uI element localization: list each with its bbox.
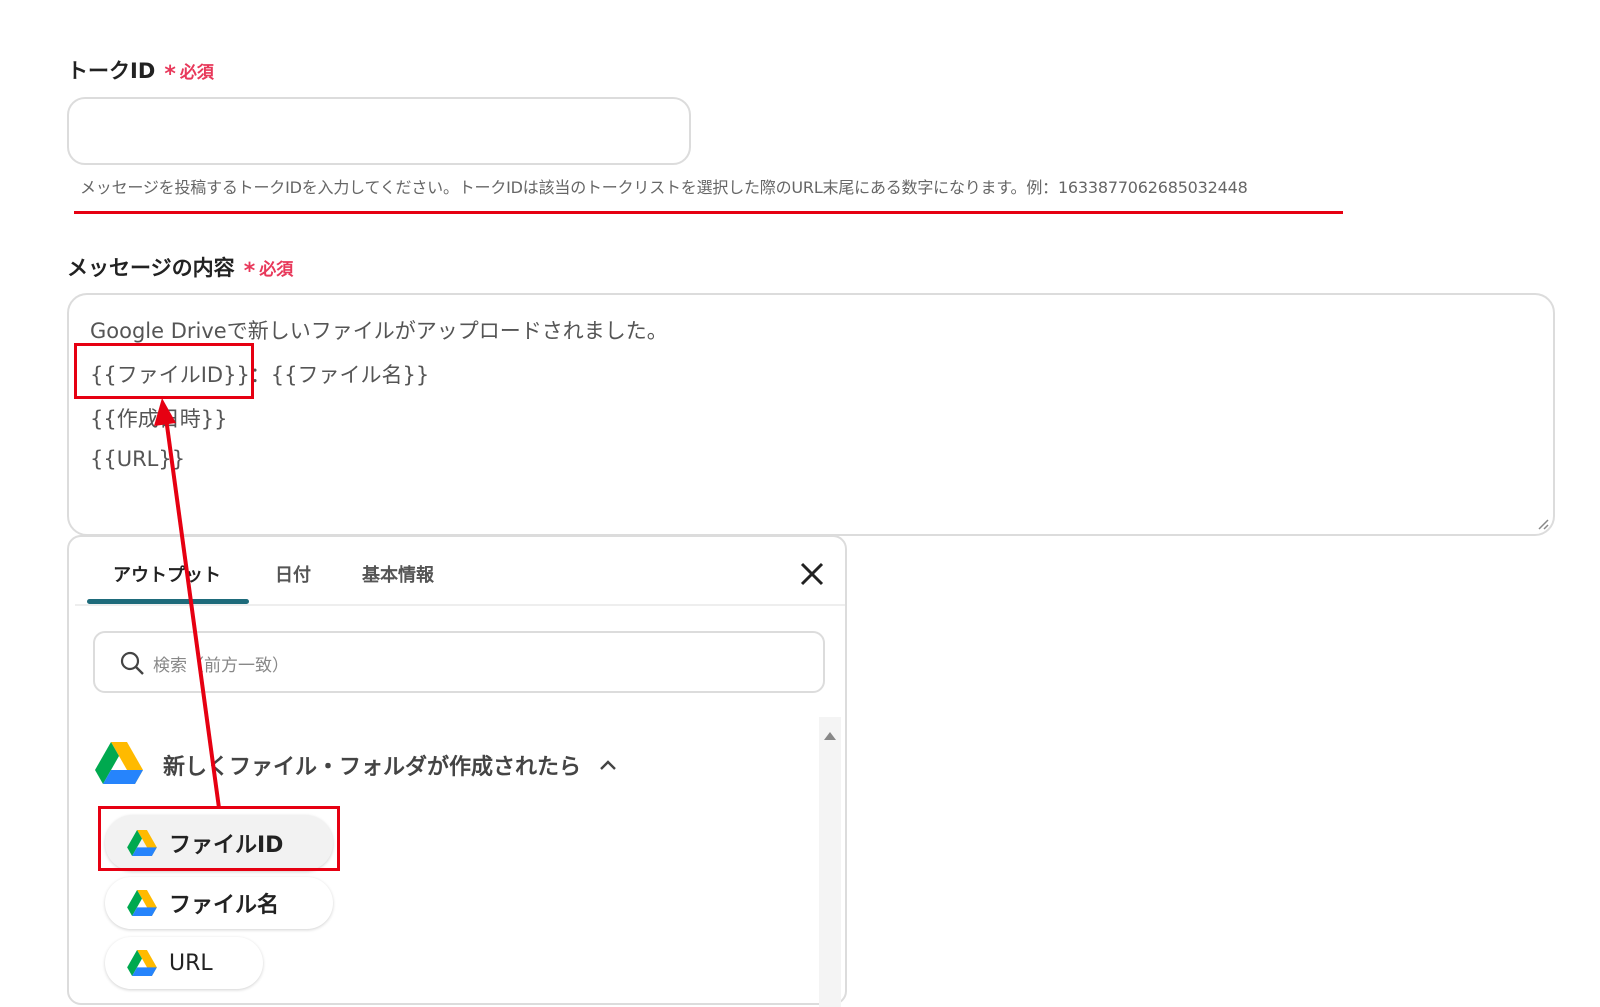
annotation-arrow [154,398,221,809]
